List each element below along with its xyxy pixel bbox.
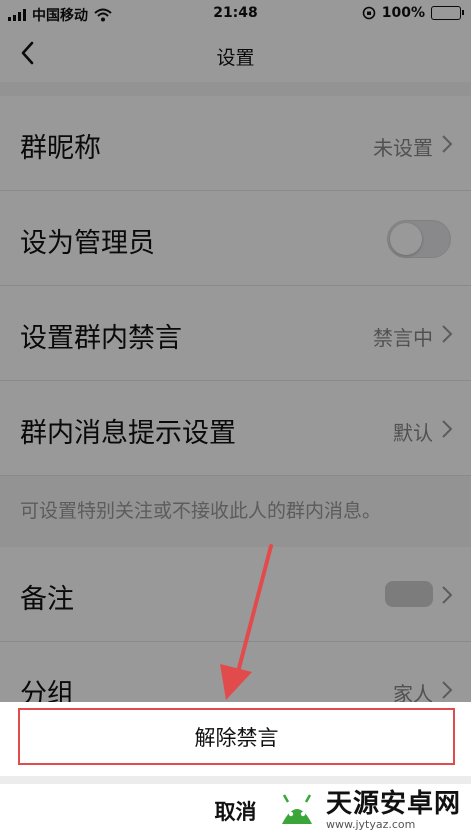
unmute-button[interactable]: 解除禁言 (18, 708, 455, 765)
android-logo-icon (281, 794, 312, 824)
action-sheet: 解除禁言 取消 天源安卓网 www.jytyaz.com (0, 702, 471, 838)
watermark-url: www.jytyaz.com (325, 817, 416, 831)
watermark: 天源安卓网 www.jytyaz.com (274, 790, 461, 830)
watermark-brand: 天源安卓网 (325, 788, 461, 819)
unmute-label: 解除禁言 (194, 725, 279, 750)
dim-overlay[interactable] (0, 0, 471, 702)
sheet-divider (0, 776, 471, 784)
